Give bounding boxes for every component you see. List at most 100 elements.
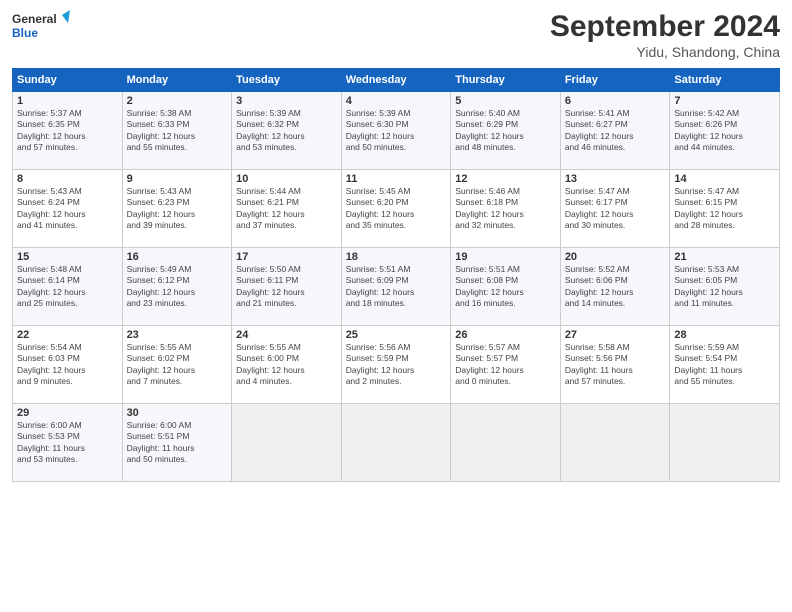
day-number: 19 — [455, 251, 556, 263]
calendar-cell: 8Sunrise: 5:43 AM Sunset: 6:24 PM Daylig… — [13, 170, 123, 248]
day-number: 2 — [127, 95, 228, 107]
day-number: 29 — [17, 407, 118, 419]
day-number: 28 — [674, 329, 775, 341]
cell-content: Sunrise: 5:42 AM Sunset: 6:26 PM Dayligh… — [674, 108, 775, 154]
day-number: 20 — [565, 251, 666, 263]
calendar-cell — [341, 404, 451, 482]
day-number: 25 — [346, 329, 447, 341]
calendar-cell: 5Sunrise: 5:40 AM Sunset: 6:29 PM Daylig… — [451, 92, 561, 170]
cell-content: Sunrise: 5:41 AM Sunset: 6:27 PM Dayligh… — [565, 108, 666, 154]
calendar-cell: 27Sunrise: 5:58 AM Sunset: 5:56 PM Dayli… — [560, 326, 670, 404]
day-number: 11 — [346, 173, 447, 185]
title-block: September 2024 Yidu, Shandong, China — [550, 10, 780, 60]
day-number: 12 — [455, 173, 556, 185]
day-number: 1 — [17, 95, 118, 107]
calendar-cell: 19Sunrise: 5:51 AM Sunset: 6:08 PM Dayli… — [451, 248, 561, 326]
calendar-cell: 10Sunrise: 5:44 AM Sunset: 6:21 PM Dayli… — [232, 170, 342, 248]
calendar-cell: 17Sunrise: 5:50 AM Sunset: 6:11 PM Dayli… — [232, 248, 342, 326]
calendar-cell — [232, 404, 342, 482]
col-header-monday: Monday — [122, 69, 232, 92]
day-number: 4 — [346, 95, 447, 107]
calendar-cell: 16Sunrise: 5:49 AM Sunset: 6:12 PM Dayli… — [122, 248, 232, 326]
col-header-wednesday: Wednesday — [341, 69, 451, 92]
col-header-sunday: Sunday — [13, 69, 123, 92]
calendar-table: SundayMondayTuesdayWednesdayThursdayFrid… — [12, 68, 780, 482]
week-row-5: 29Sunrise: 6:00 AM Sunset: 5:53 PM Dayli… — [13, 404, 780, 482]
cell-content: Sunrise: 6:00 AM Sunset: 5:53 PM Dayligh… — [17, 420, 118, 466]
day-number: 15 — [17, 251, 118, 263]
calendar-cell: 2Sunrise: 5:38 AM Sunset: 6:33 PM Daylig… — [122, 92, 232, 170]
day-number: 17 — [236, 251, 337, 263]
calendar-cell: 9Sunrise: 5:43 AM Sunset: 6:23 PM Daylig… — [122, 170, 232, 248]
calendar-cell: 7Sunrise: 5:42 AM Sunset: 6:26 PM Daylig… — [670, 92, 780, 170]
day-number: 13 — [565, 173, 666, 185]
day-number: 16 — [127, 251, 228, 263]
cell-content: Sunrise: 5:46 AM Sunset: 6:18 PM Dayligh… — [455, 186, 556, 232]
cell-content: Sunrise: 5:39 AM Sunset: 6:30 PM Dayligh… — [346, 108, 447, 154]
main-container: GeneralBlue September 2024 Yidu, Shandon… — [0, 0, 792, 490]
day-number: 23 — [127, 329, 228, 341]
calendar-cell: 15Sunrise: 5:48 AM Sunset: 6:14 PM Dayli… — [13, 248, 123, 326]
calendar-cell: 6Sunrise: 5:41 AM Sunset: 6:27 PM Daylig… — [560, 92, 670, 170]
svg-text:General: General — [12, 12, 57, 26]
logo: GeneralBlue — [12, 10, 72, 42]
calendar-cell: 30Sunrise: 6:00 AM Sunset: 5:51 PM Dayli… — [122, 404, 232, 482]
day-number: 3 — [236, 95, 337, 107]
cell-content: Sunrise: 6:00 AM Sunset: 5:51 PM Dayligh… — [127, 420, 228, 466]
day-number: 30 — [127, 407, 228, 419]
col-header-thursday: Thursday — [451, 69, 561, 92]
calendar-cell: 4Sunrise: 5:39 AM Sunset: 6:30 PM Daylig… — [341, 92, 451, 170]
calendar-header-row: SundayMondayTuesdayWednesdayThursdayFrid… — [13, 69, 780, 92]
day-number: 22 — [17, 329, 118, 341]
cell-content: Sunrise: 5:55 AM Sunset: 6:00 PM Dayligh… — [236, 342, 337, 388]
logo-icon: GeneralBlue — [12, 10, 72, 42]
svg-text:Blue: Blue — [12, 26, 38, 40]
calendar-cell — [560, 404, 670, 482]
header: GeneralBlue September 2024 Yidu, Shandon… — [12, 10, 780, 60]
calendar-cell: 18Sunrise: 5:51 AM Sunset: 6:09 PM Dayli… — [341, 248, 451, 326]
calendar-cell: 26Sunrise: 5:57 AM Sunset: 5:57 PM Dayli… — [451, 326, 561, 404]
cell-content: Sunrise: 5:49 AM Sunset: 6:12 PM Dayligh… — [127, 264, 228, 310]
day-number: 18 — [346, 251, 447, 263]
cell-content: Sunrise: 5:38 AM Sunset: 6:33 PM Dayligh… — [127, 108, 228, 154]
calendar-cell: 25Sunrise: 5:56 AM Sunset: 5:59 PM Dayli… — [341, 326, 451, 404]
calendar-cell: 24Sunrise: 5:55 AM Sunset: 6:00 PM Dayli… — [232, 326, 342, 404]
cell-content: Sunrise: 5:55 AM Sunset: 6:02 PM Dayligh… — [127, 342, 228, 388]
day-number: 5 — [455, 95, 556, 107]
cell-content: Sunrise: 5:50 AM Sunset: 6:11 PM Dayligh… — [236, 264, 337, 310]
calendar-cell: 22Sunrise: 5:54 AM Sunset: 6:03 PM Dayli… — [13, 326, 123, 404]
cell-content: Sunrise: 5:56 AM Sunset: 5:59 PM Dayligh… — [346, 342, 447, 388]
day-number: 21 — [674, 251, 775, 263]
col-header-tuesday: Tuesday — [232, 69, 342, 92]
cell-content: Sunrise: 5:43 AM Sunset: 6:24 PM Dayligh… — [17, 186, 118, 232]
cell-content: Sunrise: 5:58 AM Sunset: 5:56 PM Dayligh… — [565, 342, 666, 388]
calendar-cell: 21Sunrise: 5:53 AM Sunset: 6:05 PM Dayli… — [670, 248, 780, 326]
cell-content: Sunrise: 5:57 AM Sunset: 5:57 PM Dayligh… — [455, 342, 556, 388]
col-header-friday: Friday — [560, 69, 670, 92]
day-number: 6 — [565, 95, 666, 107]
calendar-cell: 28Sunrise: 5:59 AM Sunset: 5:54 PM Dayli… — [670, 326, 780, 404]
calendar-cell: 23Sunrise: 5:55 AM Sunset: 6:02 PM Dayli… — [122, 326, 232, 404]
calendar-cell: 13Sunrise: 5:47 AM Sunset: 6:17 PM Dayli… — [560, 170, 670, 248]
cell-content: Sunrise: 5:39 AM Sunset: 6:32 PM Dayligh… — [236, 108, 337, 154]
calendar-cell: 3Sunrise: 5:39 AM Sunset: 6:32 PM Daylig… — [232, 92, 342, 170]
cell-content: Sunrise: 5:44 AM Sunset: 6:21 PM Dayligh… — [236, 186, 337, 232]
cell-content: Sunrise: 5:54 AM Sunset: 6:03 PM Dayligh… — [17, 342, 118, 388]
cell-content: Sunrise: 5:37 AM Sunset: 6:35 PM Dayligh… — [17, 108, 118, 154]
week-row-3: 15Sunrise: 5:48 AM Sunset: 6:14 PM Dayli… — [13, 248, 780, 326]
week-row-1: 1Sunrise: 5:37 AM Sunset: 6:35 PM Daylig… — [13, 92, 780, 170]
day-number: 9 — [127, 173, 228, 185]
week-row-4: 22Sunrise: 5:54 AM Sunset: 6:03 PM Dayli… — [13, 326, 780, 404]
day-number: 8 — [17, 173, 118, 185]
cell-content: Sunrise: 5:47 AM Sunset: 6:15 PM Dayligh… — [674, 186, 775, 232]
calendar-body: 1Sunrise: 5:37 AM Sunset: 6:35 PM Daylig… — [13, 92, 780, 482]
calendar-cell — [670, 404, 780, 482]
cell-content: Sunrise: 5:59 AM Sunset: 5:54 PM Dayligh… — [674, 342, 775, 388]
calendar-cell: 29Sunrise: 6:00 AM Sunset: 5:53 PM Dayli… — [13, 404, 123, 482]
week-row-2: 8Sunrise: 5:43 AM Sunset: 6:24 PM Daylig… — [13, 170, 780, 248]
calendar-cell: 14Sunrise: 5:47 AM Sunset: 6:15 PM Dayli… — [670, 170, 780, 248]
col-header-saturday: Saturday — [670, 69, 780, 92]
cell-content: Sunrise: 5:40 AM Sunset: 6:29 PM Dayligh… — [455, 108, 556, 154]
calendar-cell: 11Sunrise: 5:45 AM Sunset: 6:20 PM Dayli… — [341, 170, 451, 248]
day-number: 10 — [236, 173, 337, 185]
